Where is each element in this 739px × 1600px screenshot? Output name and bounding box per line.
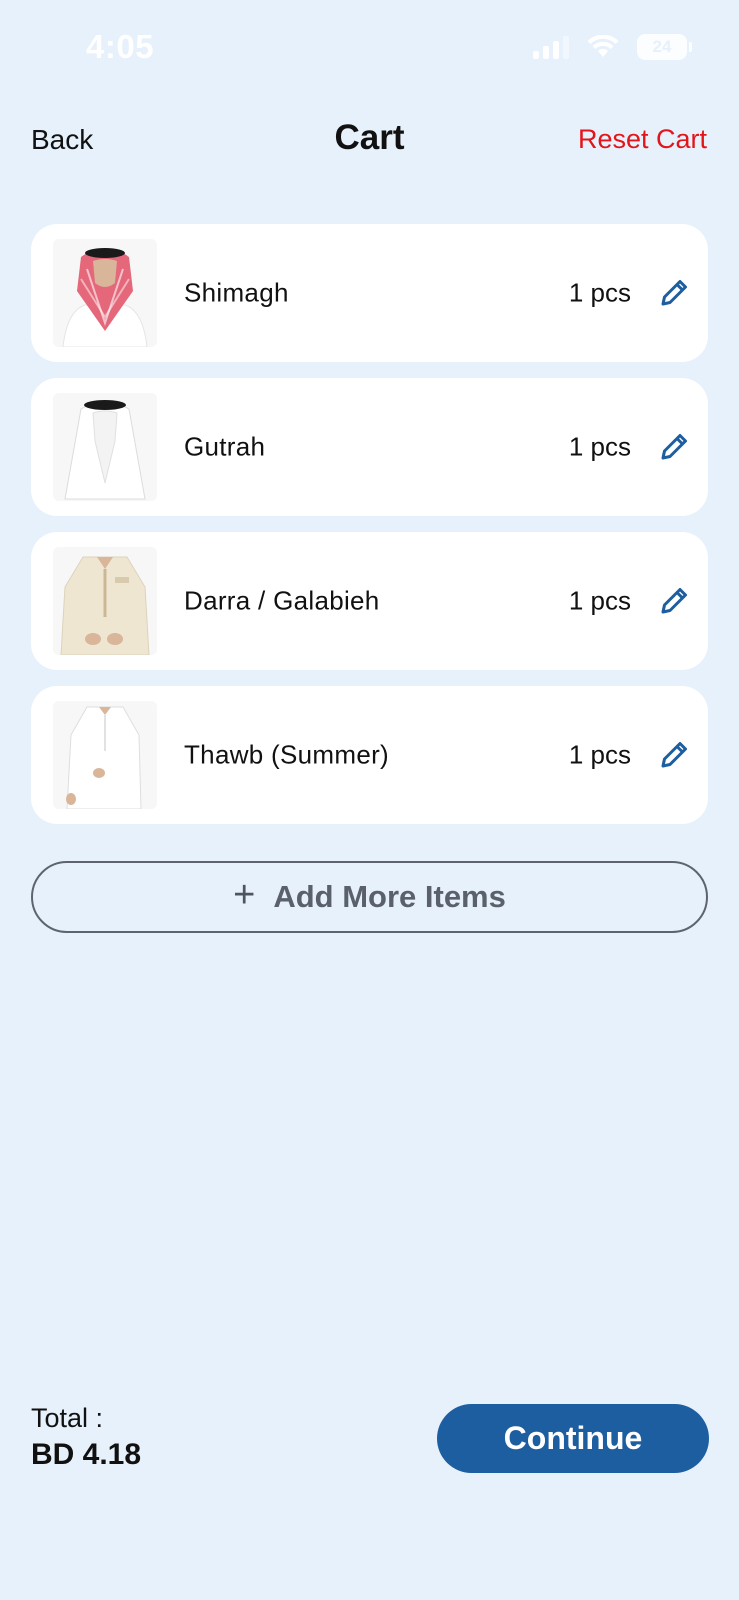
add-more-items-button[interactable]: + Add More Items — [31, 861, 708, 933]
pencil-icon — [661, 434, 687, 460]
total-value: BD 4.18 — [31, 1438, 142, 1471]
plus-icon: + — [233, 874, 256, 916]
pencil-icon — [661, 742, 687, 768]
cart-item-darra: Darra / Galabieh 1 pcs — [31, 532, 708, 670]
cart-item-shimagh: Shimagh 1 pcs — [31, 224, 708, 362]
pencil-icon — [661, 588, 687, 614]
darra-image — [53, 547, 157, 655]
status-icons: 24 — [533, 34, 692, 60]
thawb-image — [53, 701, 157, 809]
item-quantity: 1 pcs — [568, 277, 631, 308]
shimagh-image — [53, 239, 157, 347]
continue-label: Continue — [503, 1420, 643, 1456]
item-quantity: 1 pcs — [568, 585, 631, 616]
item-name: Gutrah — [184, 431, 266, 462]
reset-cart-button[interactable]: Reset Cart — [578, 124, 707, 155]
wifi-icon — [587, 35, 619, 57]
total-label: Total : — [31, 1403, 104, 1433]
battery-icon: 24 — [637, 34, 692, 60]
battery-level: 24 — [652, 37, 672, 56]
item-quantity: 1 pcs — [568, 431, 631, 462]
add-more-items-label: Add More Items — [273, 879, 506, 914]
status-bar: 4:05 24 — [0, 0, 739, 100]
nav-header: Back Cart Reset Cart — [0, 112, 739, 172]
cart-screen: 4:05 24 Back Cart Reset Cart Shimagh 1 p… — [0, 0, 739, 1600]
status-time: 4:05 — [86, 28, 155, 65]
pencil-icon — [661, 280, 687, 306]
edit-item-button[interactable] — [656, 429, 692, 465]
continue-button[interactable]: Continue — [437, 1404, 709, 1473]
cart-item-thawb: Thawb (Summer) 1 pcs — [31, 686, 708, 824]
edit-item-button[interactable] — [656, 583, 692, 619]
edit-item-button[interactable] — [656, 275, 692, 311]
cart-item-gutrah: Gutrah 1 pcs — [31, 378, 708, 516]
cart-list: Shimagh 1 pcs Gutrah 1 pcs Darra / Galab… — [31, 224, 708, 840]
item-name: Shimagh — [184, 277, 289, 308]
item-name: Thawb (Summer) — [184, 739, 390, 770]
edit-item-button[interactable] — [656, 737, 692, 773]
item-name: Darra / Galabieh — [184, 585, 380, 616]
cellular-signal-icon — [533, 35, 569, 59]
item-quantity: 1 pcs — [568, 739, 631, 770]
gutrah-image — [53, 393, 157, 501]
